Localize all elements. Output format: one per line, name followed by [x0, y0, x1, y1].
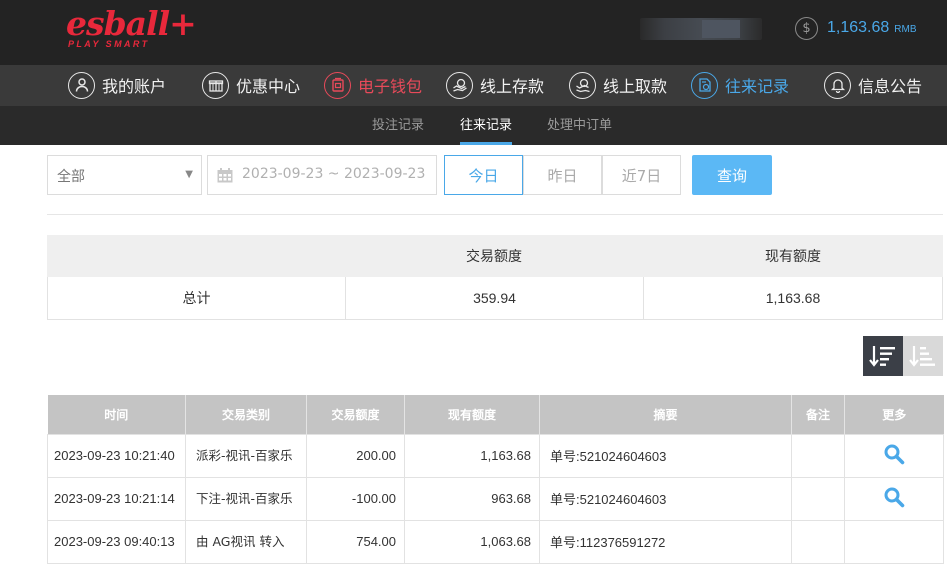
cell-type: 由 AG视讯 转入 — [185, 519, 307, 564]
column-header-summary[interactable]: 摘要 — [539, 395, 792, 434]
cell-note — [791, 476, 845, 521]
column-header-more[interactable]: 更多 — [844, 395, 944, 434]
nav-item-e-wallet[interactable]: 电子钱包 — [324, 71, 422, 99]
caret-down-icon: ▼ — [185, 169, 193, 180]
nav-label: 优惠中心 — [236, 77, 301, 96]
nav-item-online-withdrawal[interactable]: 线上取款 — [569, 71, 667, 99]
column-header-balance[interactable]: 现有额度 — [404, 395, 540, 434]
column-header-note[interactable]: 备注 — [791, 395, 845, 434]
table-header-row: 时间 交易类别 交易额度 现有额度 摘要 备注 更多 — [47, 395, 944, 434]
yesterday-button[interactable]: 昨日 — [523, 155, 602, 195]
calendar-icon — [217, 168, 233, 183]
deposit-icon — [446, 71, 473, 99]
cell-summary: 单号:112376591272 — [539, 519, 792, 564]
summary-header: 交易额度 现有额度 — [47, 235, 943, 277]
sort-descending-icon — [869, 346, 895, 367]
column-header-type[interactable]: 交易类别 — [185, 395, 307, 434]
masked-username — [640, 18, 762, 40]
cell-time: 2023-09-23 10:21:40 — [47, 433, 186, 478]
summary-balance: 1,163.68 — [643, 277, 942, 319]
table-row: 2023-09-23 10:21:14 下注-视讯-百家乐 -100.00 96… — [47, 476, 944, 521]
cell-amount: -100.00 — [306, 476, 405, 521]
user-icon — [68, 71, 95, 99]
nav-label: 线上存款 — [480, 77, 545, 96]
cell-amount: 754.00 — [306, 519, 405, 564]
tab-pending-orders[interactable]: 处理中订单 — [547, 106, 612, 145]
nav-label: 线上取款 — [603, 77, 668, 96]
summary-header-cell: 现有额度 — [765, 248, 821, 264]
column-header-amount[interactable]: 交易额度 — [306, 395, 405, 434]
table-row: 2023-09-23 09:40:13 由 AG视讯 转入 754.00 1,0… — [47, 519, 944, 564]
withdraw-icon — [569, 71, 596, 99]
date-range-input[interactable]: 2023-09-23 ~ 2023-09-23 — [207, 155, 437, 195]
cell-note — [791, 433, 845, 478]
cell-type: 下注-视讯-百家乐 — [185, 476, 307, 521]
last-7-days-button[interactable]: 近7日 — [602, 155, 681, 195]
logo-wordmark: esball+ — [66, 4, 197, 43]
gift-icon — [202, 71, 229, 99]
balance-currency: RMB — [894, 24, 917, 35]
cell-balance: 1,163.68 — [404, 433, 540, 478]
tab-bet-records[interactable]: 投注记录 — [372, 106, 424, 145]
transaction-type-select[interactable]: 全部 ▼ — [47, 155, 202, 195]
sort-ascending-icon — [909, 346, 935, 367]
summary-row: 总计 359.94 1,163.68 — [47, 277, 943, 320]
summary-label: 总计 — [182, 290, 211, 306]
column-header-time[interactable]: 时间 — [47, 395, 186, 434]
nav-item-transaction-records[interactable]: 往来记录 — [691, 71, 789, 99]
search-icon[interactable] — [883, 443, 905, 465]
cell-summary: 单号:521024604603 — [539, 433, 792, 478]
wallet-icon — [324, 71, 351, 99]
nav-label: 我的账户 — [102, 77, 167, 96]
sub-nav: 投注记录 往来记录 处理中订单 — [0, 106, 947, 145]
cell-time: 2023-09-23 10:21:14 — [47, 476, 186, 521]
search-icon[interactable] — [883, 486, 905, 508]
logo-tagline: PLAY SMART — [68, 39, 150, 49]
today-button[interactable]: 今日 — [444, 155, 523, 195]
cell-note — [791, 519, 845, 564]
main-nav: 我的账户 优惠中心 电子钱包 线上存款 线上取款 往来记录 信息公告 — [0, 65, 947, 106]
sort-descending-button[interactable] — [863, 336, 903, 376]
cell-summary: 单号:521024604603 — [539, 476, 792, 521]
nav-label: 往来记录 — [725, 77, 790, 96]
cell-balance: 963.68 — [404, 476, 540, 521]
summary-header-cell — [47, 235, 345, 277]
records-icon — [691, 71, 718, 99]
nav-label: 信息公告 — [858, 77, 923, 96]
nav-label: 电子钱包 — [358, 77, 423, 96]
summary-header-cell: 交易额度 — [466, 248, 522, 264]
query-button[interactable]: 查询 — [692, 155, 772, 195]
top-header: esball+ PLAY SMART $ 1,163.68 RMB — [0, 0, 947, 65]
cell-type: 派彩-视讯-百家乐 — [185, 433, 307, 478]
tab-transaction-records[interactable]: 往来记录 — [460, 106, 513, 145]
cell-more — [844, 433, 944, 478]
select-value: 全部 — [57, 169, 85, 185]
transaction-table: 时间 交易类别 交易额度 现有额度 摘要 备注 更多 2023-09-23 10… — [47, 395, 944, 564]
summary-amount: 359.94 — [345, 277, 643, 319]
date-range-value: 2023-09-23 ~ 2023-09-23 — [242, 166, 426, 182]
nav-item-online-deposit[interactable]: 线上存款 — [446, 71, 544, 99]
summary-table: 交易额度 现有额度 总计 359.94 1,163.68 — [47, 235, 943, 320]
cell-time: 2023-09-23 09:40:13 — [47, 519, 186, 564]
nav-item-announcements[interactable]: 信息公告 — [824, 71, 922, 99]
bell-icon — [824, 71, 851, 99]
cell-more — [844, 476, 944, 521]
nav-item-promotions[interactable]: 优惠中心 — [202, 71, 300, 99]
table-row: 2023-09-23 10:21:40 派彩-视讯-百家乐 200.00 1,1… — [47, 433, 944, 478]
wallet-balance: $ 1,163.68 RMB — [795, 16, 917, 40]
cell-amount: 200.00 — [306, 433, 405, 478]
cell-balance: 1,063.68 — [404, 519, 540, 564]
cell-more — [844, 519, 944, 564]
balance-amount: 1,163.68 — [827, 19, 890, 36]
divider — [47, 214, 943, 215]
sort-ascending-button[interactable] — [903, 336, 943, 376]
brand-logo[interactable]: esball+ PLAY SMART — [66, 6, 197, 52]
nav-item-my-account[interactable]: 我的账户 — [68, 71, 166, 99]
coin-icon: $ — [795, 16, 818, 40]
